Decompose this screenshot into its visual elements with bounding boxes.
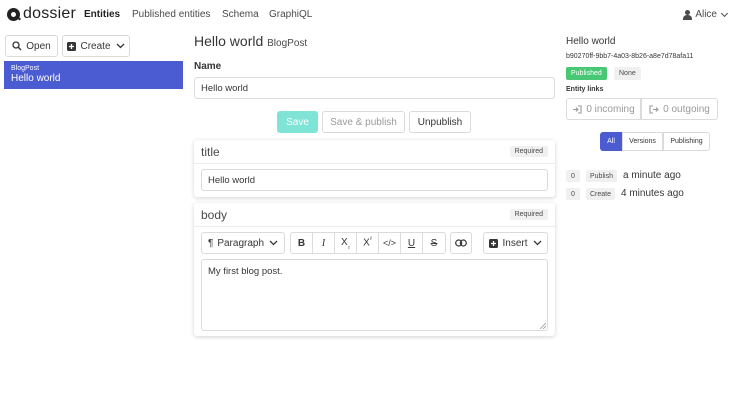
outgoing-links-button[interactable]: 0 outgoing [641,98,718,120]
user-menu[interactable]: Alice [683,9,729,20]
subscript-icon: X₂ [340,236,350,250]
save-button[interactable]: Save [277,111,318,133]
top-navbar: dossier Entities Published entities Sche… [0,0,749,30]
strikethrough-icon: S [430,237,438,249]
entity-name-heading: Hello world [194,33,264,49]
subscript-button[interactable]: X₂ [334,232,357,254]
outgoing-label: 0 outgoing [663,103,710,115]
history-event: Publish [586,170,617,182]
unpublish-button[interactable]: Unpublish [409,111,471,133]
logo-text: dossier [23,5,76,22]
resize-handle-icon[interactable] [539,322,546,329]
italic-button[interactable]: I [312,232,335,254]
body-field-name: body [201,207,228,222]
body-editor[interactable]: My first blog post. [201,259,548,331]
underline-icon: U [407,237,416,249]
tab-versions[interactable]: Versions [622,132,663,151]
save-publish-button[interactable]: Save & publish [322,111,405,133]
superscript-button[interactable]: X² [356,232,379,254]
body-field-header: body Required [194,203,555,227]
body-text: My first blog post. [208,266,283,277]
user-name: Alice [695,9,717,20]
open-button[interactable]: Open [5,35,58,57]
chevron-down-icon [116,43,124,49]
incoming-label: 0 incoming [586,103,635,115]
history-version: 0 [566,188,580,200]
entity-list-item[interactable]: BlogPost Hello world [4,61,183,89]
search-icon [12,41,22,51]
bold-button[interactable]: B [290,232,313,254]
insert-dropdown[interactable]: Insert [483,232,548,254]
title-input[interactable]: Hello world [201,169,548,191]
history-time: 4 minutes ago [621,188,684,199]
title-field-name: title [201,144,220,159]
paragraph-label: Paragraph [217,237,265,249]
link-button[interactable] [450,232,472,254]
plus-square-icon [489,238,499,248]
nav-published-entities[interactable]: Published entities [132,9,210,20]
nav-graphiql[interactable]: GraphiQL [269,9,312,20]
history-version: 0 [566,170,580,182]
paragraph-icon: ¶ [207,237,214,249]
chevron-down-icon [533,240,541,246]
entity-links-heading: Entity links [566,86,604,93]
underline-button[interactable]: U [400,232,423,254]
validity-badge: None [614,67,641,80]
bold-icon: B [297,237,306,249]
incoming-links-button[interactable]: 0 incoming [566,98,641,120]
name-input[interactable]: Hello world [194,77,555,99]
nav-entities[interactable]: Entities [84,9,120,20]
strikethrough-button[interactable]: S [422,232,446,254]
logo[interactable]: dossier [7,6,76,22]
dossier-logo-icon [7,7,20,21]
required-tag: Required [509,209,548,220]
history-time: a minute ago [623,170,681,181]
sign-in-icon [573,104,582,114]
insert-label: Insert [502,237,528,249]
entity-type-heading: BlogPost [267,38,308,49]
nav-schema[interactable]: Schema [222,9,259,20]
history-event: Create [586,188,616,200]
name-label: Name [194,61,222,72]
sign-out-icon [649,104,659,114]
open-label: Open [26,40,51,52]
code-button[interactable]: </> [378,232,401,254]
title-field-header: title Required [194,140,555,164]
tab-publishing[interactable]: Publishing [663,132,710,151]
tab-all[interactable]: All [600,132,622,151]
chevron-down-icon [720,9,729,17]
entity-type: BlogPost [11,65,40,72]
code-icon: </> [382,238,396,248]
create-button[interactable]: Create [62,35,130,57]
entity-title: Hello world [11,73,61,84]
plus-square-icon [67,41,77,51]
user-icon [683,9,693,20]
link-icon [455,239,467,247]
details-title: Hello world [566,36,616,47]
italic-icon: I [321,237,326,249]
paragraph-dropdown[interactable]: ¶ Paragraph [201,232,285,254]
required-tag: Required [509,146,548,157]
chevron-down-icon [269,240,278,246]
entity-id: b90270ff-9bb7-4a03-8b26-a8e7d78afa11 [566,53,694,60]
superscript-icon: X² [363,237,372,249]
create-label: Create [80,40,111,52]
page-title: Hello world BlogPost [194,33,307,49]
status-badge: Published [566,67,607,80]
